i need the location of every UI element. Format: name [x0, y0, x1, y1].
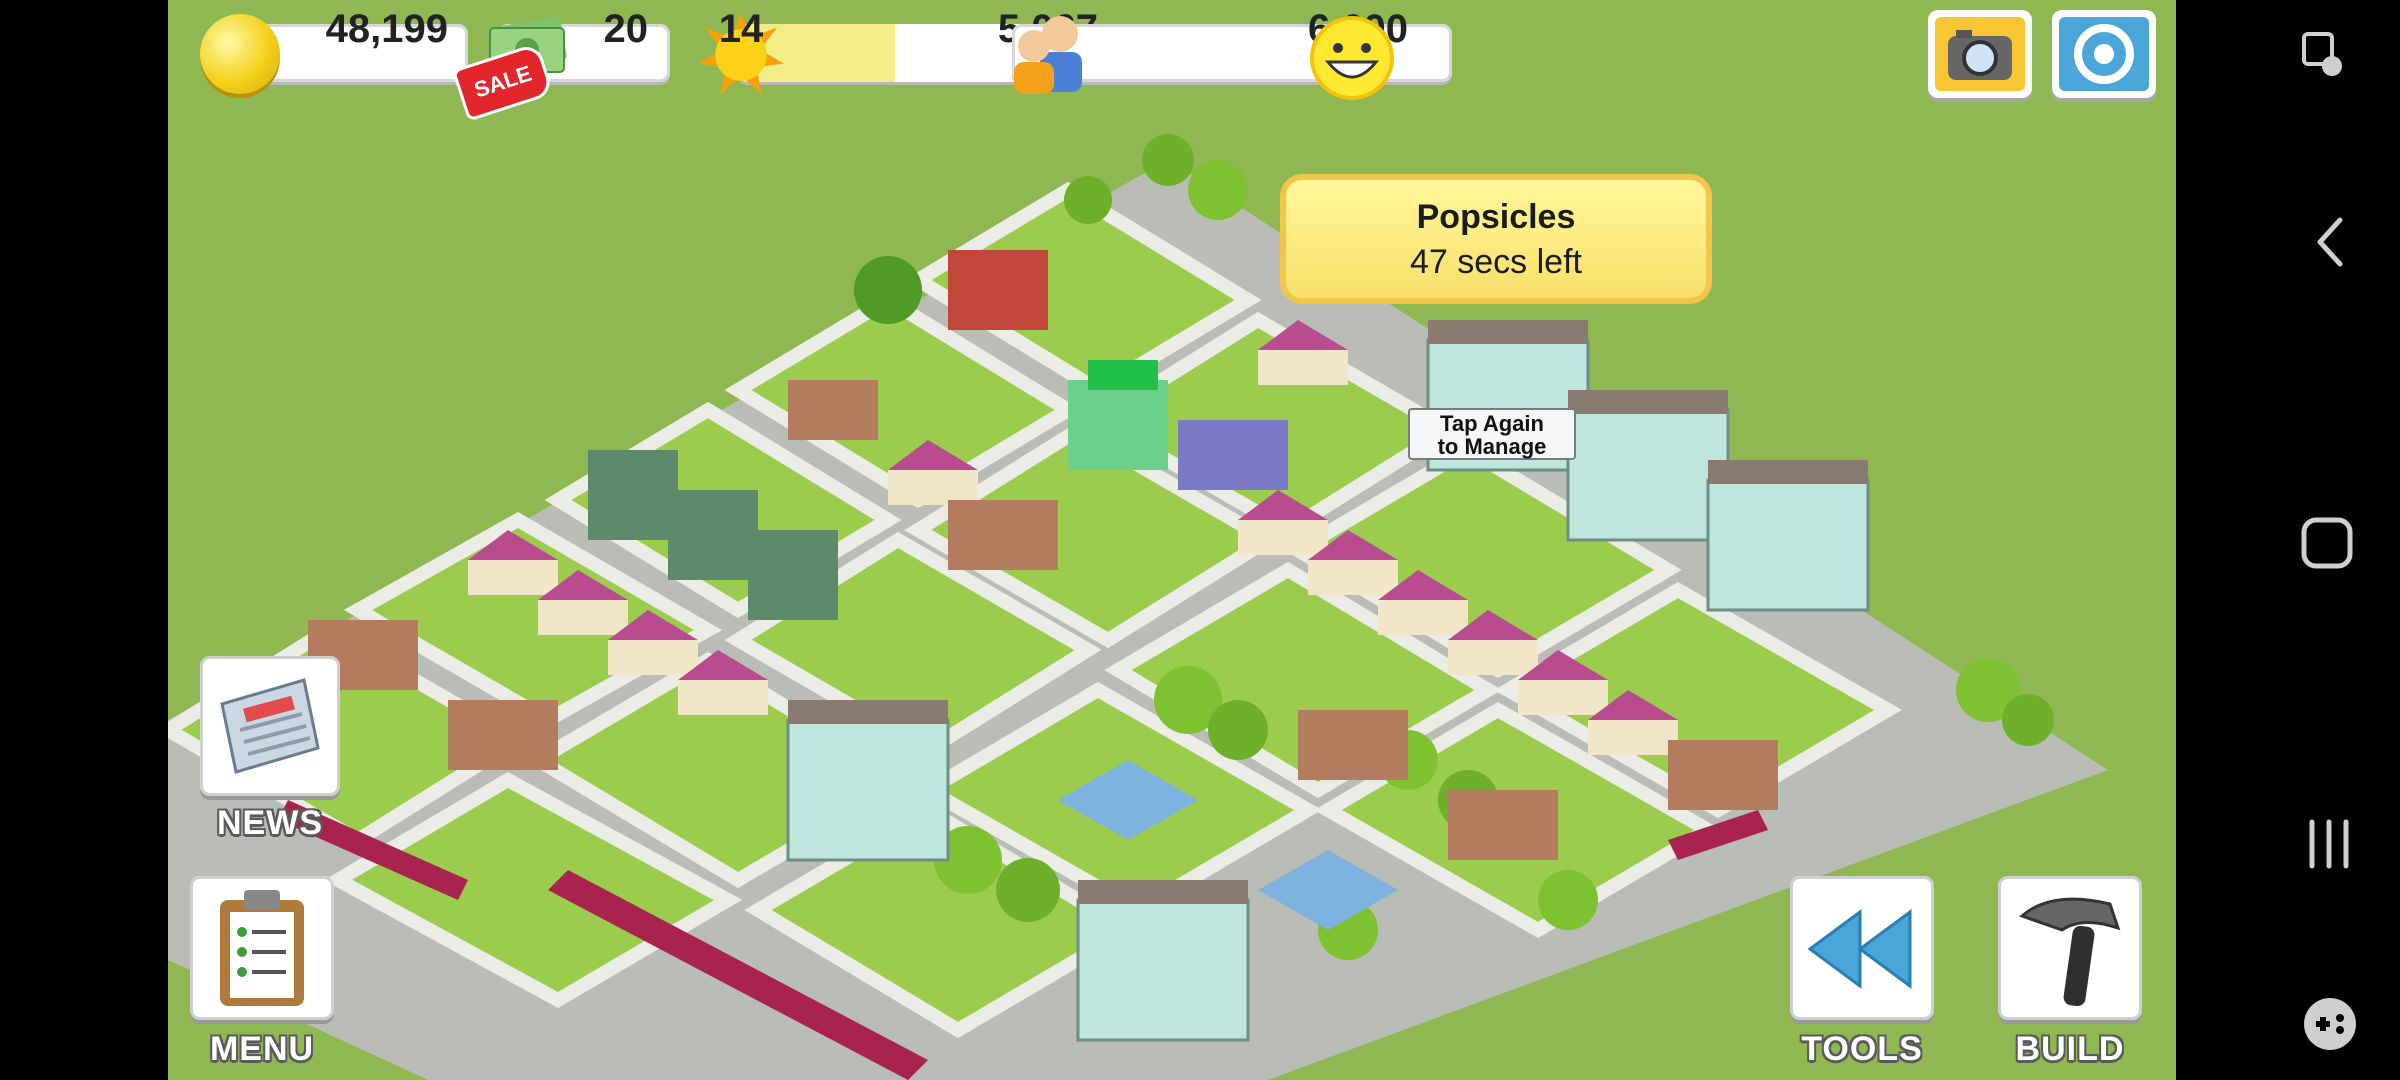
tooltip-subtitle: 47 secs left [1410, 243, 1582, 281]
game-viewport[interactable]: 48,199 20 SALE 14 5,067 6,600 [168, 0, 2176, 1080]
menu-label: MENU [209, 1030, 315, 1068]
level-value: 14 [718, 7, 764, 51]
tooltip-title: Popsicles [1416, 198, 1576, 236]
android-nav-bar [2176, 0, 2400, 1080]
tap-line-1: Tap Again [1440, 411, 1544, 436]
tools-label: TOOLS [1801, 1030, 1923, 1068]
build-button[interactable] [1998, 876, 2142, 1020]
camera-icon [1948, 30, 2012, 80]
game-tools-icon[interactable] [2302, 996, 2358, 1052]
coins-value: 48,199 [325, 7, 448, 51]
popsicles-timer-tooltip: Popsicles 47 secs left [1280, 174, 1712, 304]
social-share-button[interactable] [2052, 10, 2156, 98]
news-label: NEWS [217, 804, 323, 842]
social-share-icon [2074, 24, 2134, 84]
cash-value: 20 [603, 7, 649, 51]
rewind-arrows-icon [1807, 909, 1912, 989]
tap-again-label[interactable]: Tap Again to Manage [1408, 408, 1576, 460]
screen-rotate-icon[interactable] [2300, 30, 2346, 82]
back-icon[interactable] [2312, 216, 2348, 268]
tools-button[interactable] [1790, 876, 1934, 1020]
news-button[interactable] [200, 656, 340, 796]
smiley-face-icon[interactable] [1308, 14, 1396, 102]
camera-button[interactable] [1928, 10, 2032, 98]
hammer-icon [2019, 897, 2121, 1007]
newspaper-icon [220, 678, 320, 774]
tap-line-2: to Manage [1437, 434, 1547, 459]
recents-icon[interactable] [2304, 818, 2354, 870]
clipboard-icon [220, 890, 304, 1006]
build-label: BUILD [2015, 1030, 2125, 1068]
home-icon[interactable] [2300, 516, 2354, 570]
menu-button[interactable] [190, 876, 334, 1020]
population-icon [1014, 16, 1082, 94]
